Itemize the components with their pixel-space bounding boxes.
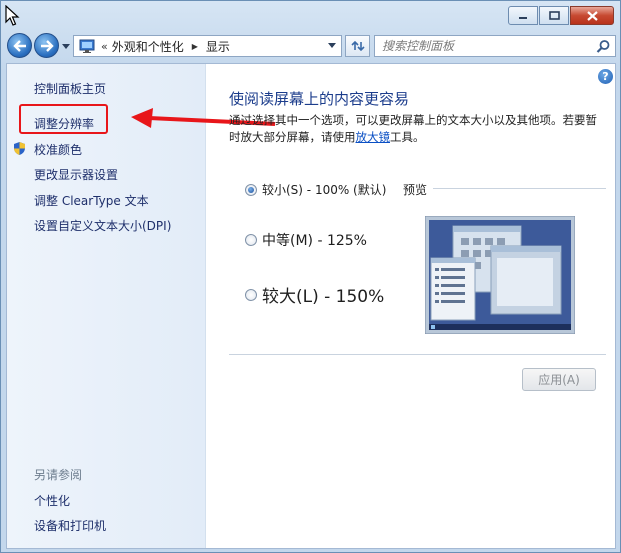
- preview-label: 预览: [403, 183, 428, 197]
- navigation-bar: « 外观和个性化 ▶ 显示: [5, 32, 616, 60]
- description-text: 通过选择其中一个选项，可以更改屏幕上的文本大小以及其他项。若要暂时放大部分屏幕，…: [229, 112, 603, 146]
- control-panel-window: « 外观和个性化 ▶ 显示 控制面板主页 调整分辨率: [0, 0, 621, 553]
- sidebar-item-calibrate-color[interactable]: 校准颜色: [34, 141, 82, 158]
- breadcrumb-display[interactable]: 显示: [206, 38, 230, 55]
- recent-pages-dropdown-icon[interactable]: [62, 42, 70, 50]
- shield-icon: [14, 142, 25, 155]
- highlight-box: [19, 104, 108, 134]
- window-caption-buttons: [508, 6, 614, 25]
- description-part-2: 工具。: [390, 130, 425, 144]
- sidebar-item-custom-dpi[interactable]: 设置自定义文本大小(DPI): [34, 217, 171, 234]
- search-box[interactable]: [374, 35, 616, 57]
- sidebar-item-personalization[interactable]: 个性化: [34, 492, 70, 509]
- radio-medium[interactable]: [245, 234, 257, 246]
- breadcrumb-separator-icon[interactable]: ▶: [192, 42, 198, 51]
- back-button[interactable]: [7, 33, 32, 58]
- preview-image: [425, 216, 575, 334]
- breadcrumb-overflow[interactable]: «: [101, 40, 108, 53]
- refresh-icon: [350, 40, 365, 52]
- radio-smaller[interactable]: [245, 183, 257, 196]
- section-divider: [229, 354, 606, 355]
- arrow-left-icon: [12, 39, 26, 52]
- close-button[interactable]: [570, 6, 614, 25]
- radio-larger[interactable]: [245, 288, 257, 301]
- magnifier-link[interactable]: 放大镜: [356, 130, 391, 144]
- sidebar-item-control-panel-home[interactable]: 控制面板主页: [34, 80, 106, 97]
- option-smaller-label: 较小(S) - 100% (默认): [262, 183, 387, 197]
- minimize-button[interactable]: [508, 6, 538, 25]
- option-larger-label: 较大(L) - 150%: [262, 287, 385, 307]
- option-larger[interactable]: 较大(L) - 150%: [245, 282, 384, 307]
- maximize-button[interactable]: [539, 6, 569, 25]
- apply-button[interactable]: 应用(A): [522, 368, 596, 391]
- see-also-heading: 另请参阅: [34, 468, 83, 482]
- sidebar: 控制面板主页 调整分辨率 校准颜色 更改显示器设置 调整 ClearType 文…: [7, 64, 206, 548]
- sidebar-item-change-display-settings[interactable]: 更改显示器设置: [34, 166, 118, 183]
- search-input[interactable]: [375, 39, 585, 53]
- page-title: 使阅读屏幕上的内容更容易: [229, 90, 410, 108]
- sidebar-item-adjust-cleartype[interactable]: 调整 ClearType 文本: [34, 192, 149, 209]
- option-medium[interactable]: 中等(M) - 125%: [245, 230, 367, 250]
- minimize-icon: [519, 16, 527, 19]
- preview-divider: [433, 188, 606, 189]
- arrow-right-icon: [40, 39, 54, 52]
- breadcrumb-appearance[interactable]: 外观和个性化: [112, 38, 184, 55]
- option-medium-label: 中等(M) - 125%: [262, 233, 367, 249]
- option-smaller[interactable]: 较小(S) - 100% (默认): [245, 181, 386, 198]
- maximize-icon: [548, 11, 560, 20]
- address-bar[interactable]: « 外观和个性化 ▶ 显示: [73, 35, 342, 57]
- sidebar-item-devices-printers[interactable]: 设备和打印机: [34, 517, 106, 534]
- mouse-cursor-icon: [5, 5, 20, 26]
- close-icon: [586, 10, 598, 21]
- control-panel-icon: [79, 39, 95, 53]
- refresh-button[interactable]: [345, 35, 370, 57]
- chevron-down-icon: [328, 43, 336, 48]
- search-icon[interactable]: [596, 39, 611, 54]
- address-dropdown-button[interactable]: [325, 36, 339, 56]
- forward-button[interactable]: [34, 33, 59, 58]
- content-area: 控制面板主页 调整分辨率 校准颜色 更改显示器设置 调整 ClearType 文…: [6, 63, 616, 549]
- help-button[interactable]: ?: [598, 69, 613, 84]
